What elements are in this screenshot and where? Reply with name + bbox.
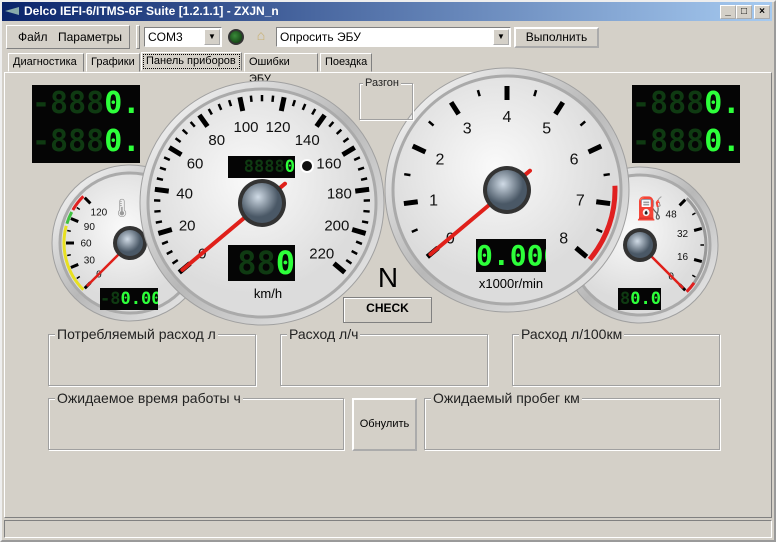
speedometer-tick-label: 20 xyxy=(179,217,196,234)
speedometer-tick-label: 180 xyxy=(327,186,352,203)
tachometer-minor-tick xyxy=(476,89,481,97)
temperature-gauge-minor-tick xyxy=(67,254,71,257)
rpm-display: 0.000 xyxy=(476,239,546,272)
fuel-rate-l100km-group: Расход л/100км xyxy=(512,326,720,386)
tachometer-tick-label: 2 xyxy=(435,151,444,168)
speedometer-minor-tick xyxy=(361,220,369,224)
tachometer-minor-tick xyxy=(404,172,411,177)
fuel-display: 80.0 xyxy=(618,288,661,310)
tachometer-tick-label: 4 xyxy=(503,109,512,126)
speedometer-minor-tick xyxy=(156,177,164,182)
speed-unit: km/h xyxy=(253,286,283,301)
temperature-gauge-hub xyxy=(117,230,143,256)
tachometer-major-tick xyxy=(403,199,419,207)
gear-indicator: N xyxy=(377,262,399,293)
rpm-unit: x1000r/min xyxy=(478,276,544,291)
time-left-group: Ожидаемое время работы ч xyxy=(48,390,344,450)
check-engine-indicator: CHECK xyxy=(343,297,432,323)
speedometer-minor-tick xyxy=(155,220,163,224)
speedometer-tick-label: 60 xyxy=(187,155,204,172)
fuel-gauge-major-tick xyxy=(693,258,703,264)
fuel-gauge-tick-label: 16 xyxy=(677,252,689,263)
group-label: Расход л/100км xyxy=(519,326,625,342)
range-left-group: Ожидаемый пробег км xyxy=(424,390,720,450)
lcd-row: -8880.00 xyxy=(632,86,740,121)
coolant-temperature-icon: 🌡 xyxy=(111,198,134,218)
speedometer-minor-tick xyxy=(271,95,275,102)
tachometer-tick-label: 6 xyxy=(570,151,579,168)
tachometer-tick-label: 8 xyxy=(559,230,568,247)
speedometer-tick-label: 40 xyxy=(176,186,193,203)
lcd-row: -8880.00 xyxy=(32,86,140,121)
acceleration-label: Разгон xyxy=(363,77,401,89)
group-label: Ожидаемый пробег км xyxy=(431,390,582,406)
tachometer-minor-tick xyxy=(533,89,538,97)
tachometer-tick-label: 5 xyxy=(542,120,551,137)
speedometer-tick-label: 200 xyxy=(324,217,349,234)
acceleration-group: Разгон xyxy=(359,77,413,120)
tachometer-tick-label: 7 xyxy=(576,192,585,209)
temperature-gauge-tick-label: 30 xyxy=(84,255,96,266)
speedometer-hub xyxy=(242,183,282,223)
group-label: Расход л/ч xyxy=(287,326,361,342)
temperature-gauge-tick-label: 120 xyxy=(91,207,108,218)
speedometer-major-tick xyxy=(154,186,170,194)
tachometer-tick-label: 1 xyxy=(429,192,438,209)
group-label: Потребляемый расход л xyxy=(55,326,218,342)
speedometer-major-tick xyxy=(278,96,287,112)
fuel-gauge-major-tick xyxy=(693,226,703,232)
temperature-gauge-tick-label: 60 xyxy=(80,239,92,250)
fuel-rate-lph-group: Расход л/ч xyxy=(280,326,488,386)
fuel-gauge-tick-label: 32 xyxy=(677,229,689,240)
speed-display: 880 xyxy=(228,245,295,281)
trip-reset-knob xyxy=(300,159,314,173)
odometer-display: 88880 xyxy=(228,156,295,178)
speedometer-tick-label: 100 xyxy=(234,119,259,136)
speedometer-major-tick xyxy=(354,186,370,194)
temperature-display: -80.00 xyxy=(100,288,158,310)
fuel-gauge-tick-label: 48 xyxy=(666,209,678,220)
lcd-row: -8880.00 xyxy=(32,124,140,159)
fuel-gauge-hub xyxy=(627,232,653,258)
speedometer-minor-tick xyxy=(360,177,368,182)
fuel-pump-icon: ⛽ xyxy=(636,196,663,221)
lcd-right: -8880.00 -8880.00 xyxy=(632,85,740,163)
reset-button[interactable]: Обнулить xyxy=(352,398,417,451)
speedometer-minor-tick xyxy=(249,95,253,102)
consumed-fuel-group: Потребляемый расход л xyxy=(48,326,256,386)
speedometer-major-tick xyxy=(237,96,246,112)
lcd-left: -8880.00 -8880.00 xyxy=(32,85,140,163)
tab-2[interactable]: Панель приборов xyxy=(141,52,242,71)
speedometer-tick-label: 140 xyxy=(295,132,320,149)
tachometer-tick-label: 3 xyxy=(463,120,472,137)
tachometer-minor-tick xyxy=(603,172,610,177)
speedometer-tick-label: 120 xyxy=(265,119,290,136)
speedometer-tick-label: 80 xyxy=(208,132,225,149)
speedometer-tick-label: 160 xyxy=(316,155,341,172)
tachometer-major-tick xyxy=(595,199,611,207)
tachometer-hub xyxy=(487,170,527,210)
temperature-gauge-tick-label: 90 xyxy=(84,222,96,233)
temperature-gauge-minor-tick xyxy=(67,229,71,232)
speedometer-tick-label: 220 xyxy=(309,246,334,263)
lcd-row: -8880.00 xyxy=(632,124,740,159)
group-label: Ожидаемое время работы ч xyxy=(55,390,243,406)
